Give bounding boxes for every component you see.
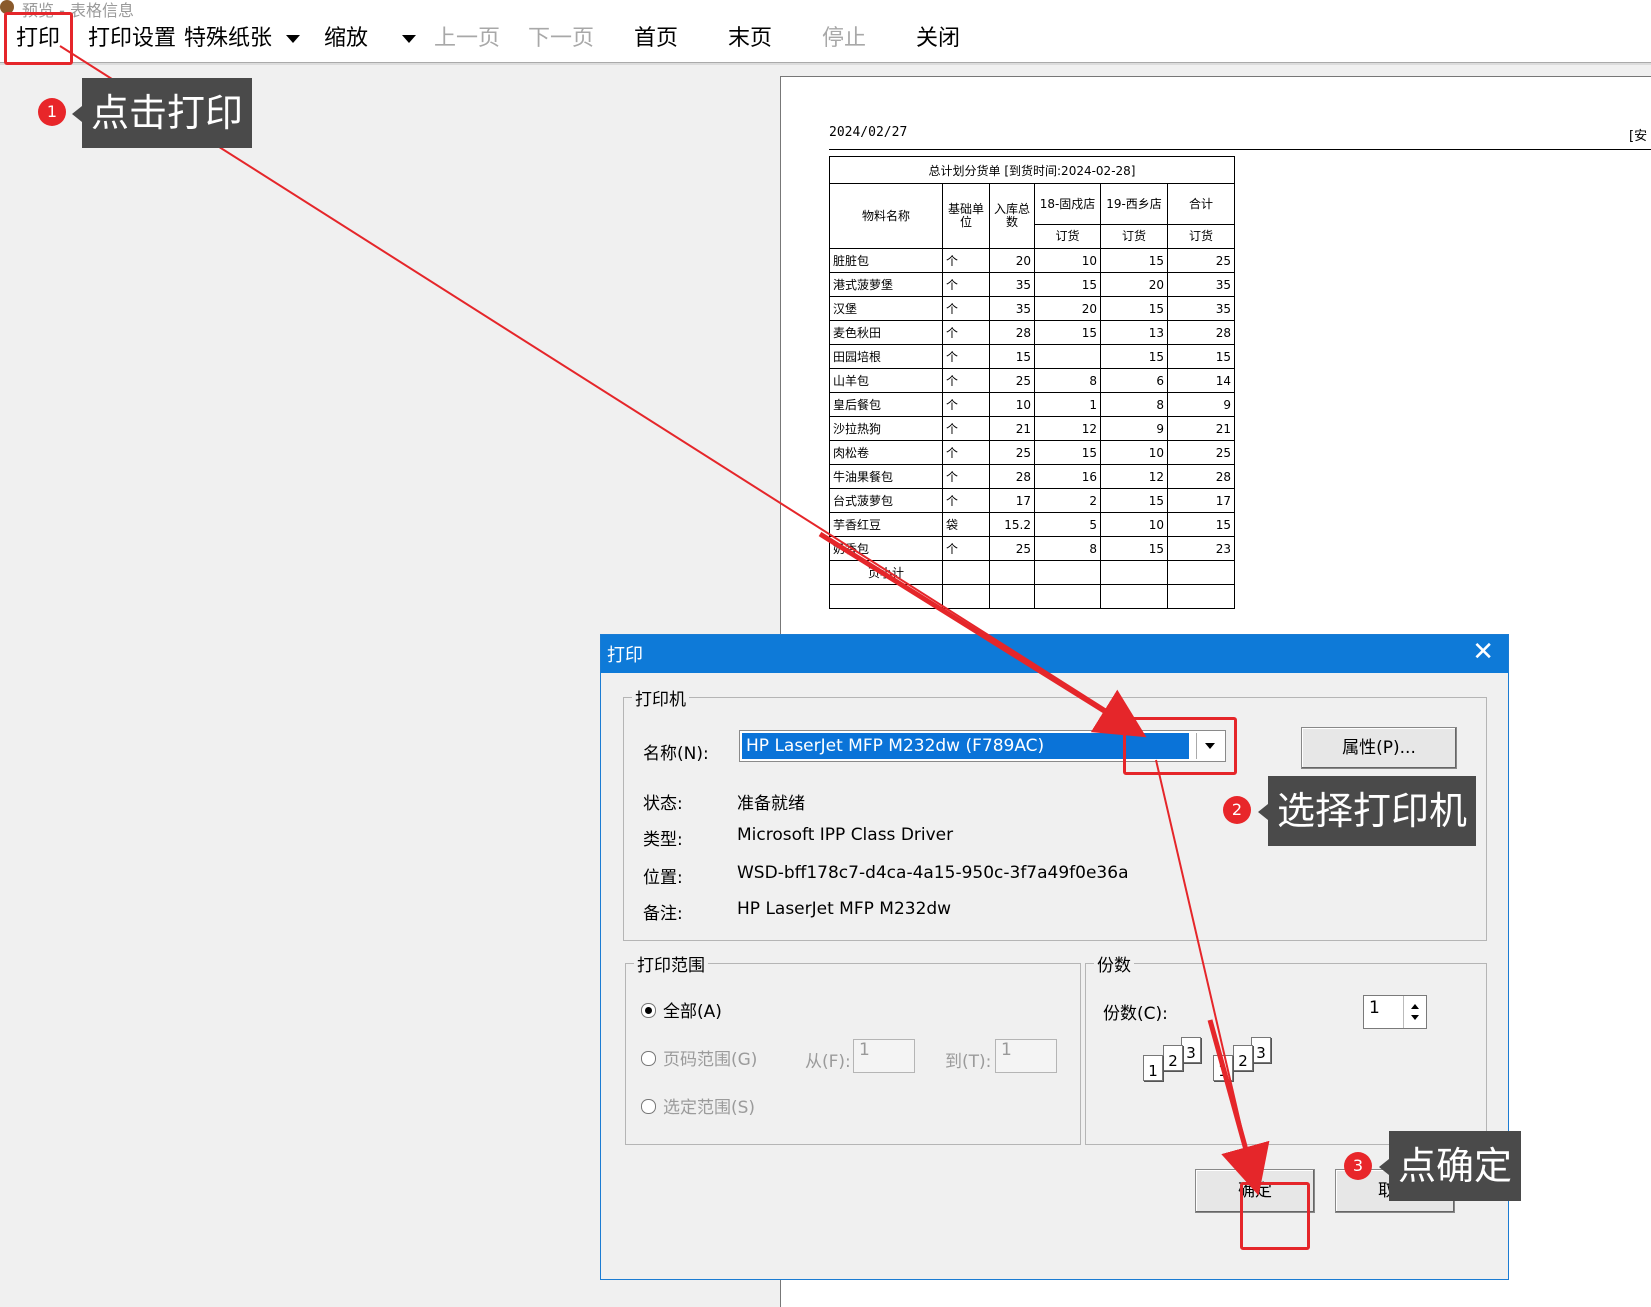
arrow-line-1b [818,531,1147,738]
callout-step1-text: 点击打印 [91,91,244,135]
callout-step2-text: 选择打印机 [1277,789,1468,833]
callout-step1: 点击打印 [72,78,253,148]
callout-step3-text: 点确定 [1398,1144,1513,1188]
callout-step3: 点确定 [1379,1131,1522,1201]
arrow-line-2b [1207,1019,1270,1196]
highlight-print [4,12,73,65]
highlight-ok [1240,1182,1310,1250]
step-badge-1: 1 [38,98,66,126]
callout-pointer [1379,1159,1389,1175]
highlight-printer-dropdown [1123,717,1237,775]
callout-pointer [1258,804,1268,820]
step-badge-3: 3 [1344,1152,1372,1180]
callout-step2: 选择打印机 [1258,776,1477,846]
callout-pointer [72,106,82,122]
annotation-arrows [59,45,1270,1196]
arrow-line-1a [59,45,1139,731]
step-badge-2: 2 [1223,796,1251,824]
